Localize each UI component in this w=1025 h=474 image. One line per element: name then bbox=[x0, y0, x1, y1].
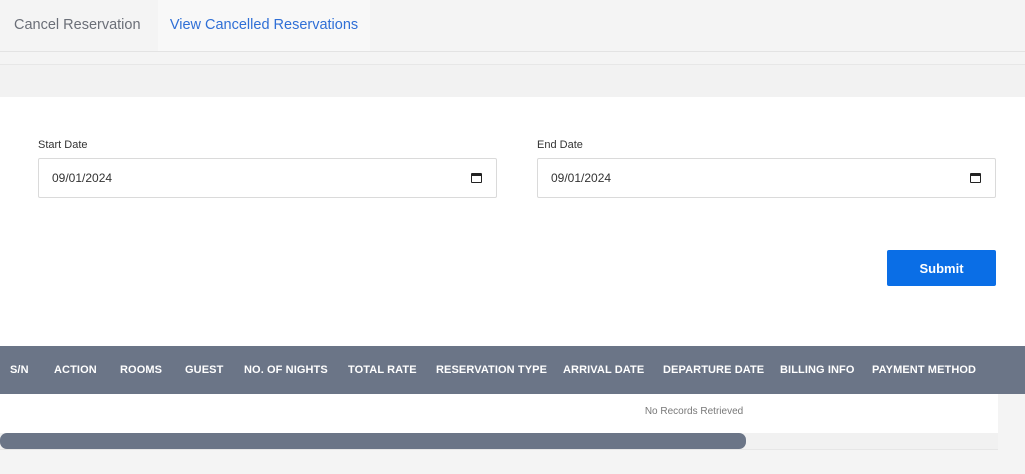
tab-cancel-reservation[interactable]: Cancel Reservation bbox=[0, 0, 158, 51]
calendar-icon[interactable] bbox=[471, 173, 482, 183]
column-header-departure-date: DEPARTURE DATE bbox=[663, 364, 765, 376]
horizontal-scrollbar[interactable] bbox=[0, 433, 998, 450]
column-header-arrival-date: ARRIVAL DATE bbox=[563, 364, 645, 376]
end-date-value: 09/01/2024 bbox=[551, 171, 612, 185]
end-date-input[interactable]: 09/01/2024 bbox=[537, 158, 996, 198]
start-date-label: Start Date bbox=[38, 139, 88, 151]
tab-bar: Cancel Reservation View Cancelled Reserv… bbox=[0, 0, 1025, 52]
empty-state-message: No Records Retrieved bbox=[644, 406, 744, 417]
divider-strip bbox=[0, 64, 1025, 97]
table-body: No Records Retrieved bbox=[0, 394, 998, 434]
scrollbar-thumb[interactable] bbox=[0, 433, 746, 449]
start-date-input[interactable]: 09/01/2024 bbox=[38, 158, 497, 198]
start-date-value: 09/01/2024 bbox=[52, 171, 113, 185]
tab-view-cancelled-reservations[interactable]: View Cancelled Reservations bbox=[158, 0, 370, 51]
end-date-label: End Date bbox=[537, 139, 583, 151]
column-header-reservation-type: RESERVATION TYPE bbox=[436, 364, 548, 376]
column-header-nights: NO. OF NIGHTS bbox=[244, 364, 328, 376]
column-header-billing-info: BILLING INFO bbox=[780, 364, 855, 376]
column-header-sn: S/N bbox=[10, 364, 29, 376]
submit-button[interactable]: Submit bbox=[887, 250, 996, 286]
table-header: S/N ACTION ROOMS GUEST NO. OF NIGHTS TOT… bbox=[0, 346, 1025, 394]
column-header-total-rate: TOTAL RATE bbox=[348, 364, 417, 376]
filter-panel: Start Date 09/01/2024 End Date 09/01/202… bbox=[0, 97, 1025, 346]
column-header-payment-method: PAYMENT METHOD bbox=[872, 364, 977, 376]
column-header-rooms: ROOMS bbox=[120, 364, 163, 376]
calendar-icon[interactable] bbox=[970, 173, 981, 183]
column-header-guest: GUEST bbox=[185, 364, 224, 376]
column-header-action: ACTION bbox=[54, 364, 97, 376]
